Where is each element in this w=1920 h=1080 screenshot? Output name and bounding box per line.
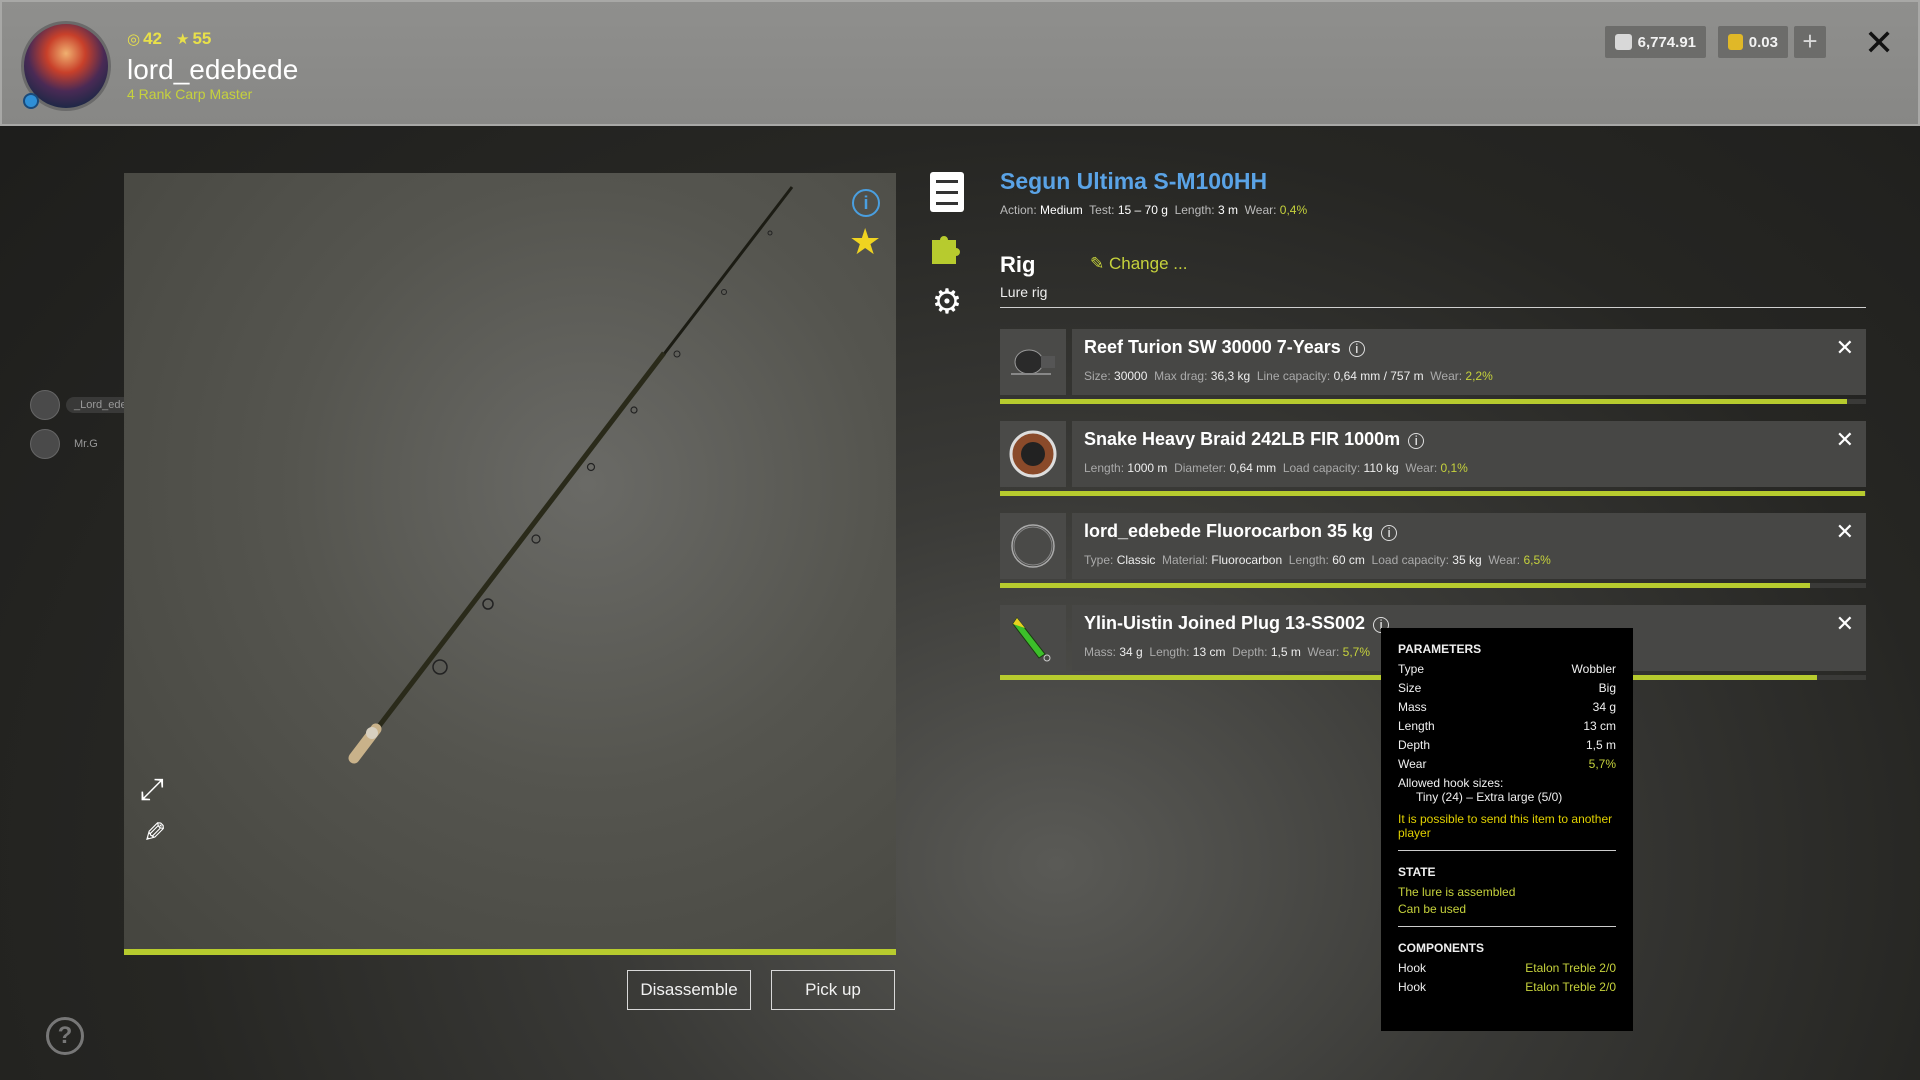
description-tab-icon[interactable] xyxy=(930,172,964,212)
divider xyxy=(1398,926,1616,927)
item-details: Snake Heavy Braid 242LB FIR 1000m i Lengt… xyxy=(1072,421,1866,487)
item-thumbnail xyxy=(1000,329,1066,395)
parameter-row: Size Big xyxy=(1398,681,1616,695)
parameter-row: Wear 5,7% xyxy=(1398,757,1616,771)
rig-component-item[interactable]: lord_edebede Fluorocarbon 35 kg i Type: C… xyxy=(1000,513,1866,588)
favorite-star-icon[interactable]: ★ xyxy=(849,224,881,260)
components-header: COMPONENTS xyxy=(1398,941,1485,955)
item-specs: Size: 30000 Max drag: 36,3 kg Line capac… xyxy=(1084,369,1493,383)
item-name: Reef Turion SW 30000 7-Years i xyxy=(1084,337,1365,358)
info-icon[interactable]: i xyxy=(1348,341,1365,357)
state-assembled: The lure is assembled xyxy=(1398,885,1516,899)
state-header: STATE xyxy=(1398,865,1436,879)
component-row: Hook Etalon Treble 2/0 xyxy=(1398,961,1616,975)
parameter-row: Depth 1,5 m xyxy=(1398,738,1616,752)
remove-item-close-icon[interactable]: ✕ xyxy=(1836,335,1854,361)
state-usable: Can be used xyxy=(1398,902,1467,916)
friend-item[interactable]: Mr.G xyxy=(30,429,98,459)
divider xyxy=(1000,307,1866,308)
rod-3d-viewer[interactable] xyxy=(124,173,896,951)
rig-type: Lure rig xyxy=(1000,284,1048,300)
hook-sizes-label: Allowed hook sizes: xyxy=(1398,776,1504,790)
silver-coins-icon xyxy=(1615,34,1632,50)
item-name: Ylin-Uistin Joined Plug 13-SS002 i xyxy=(1084,613,1390,634)
rod-condition-bar xyxy=(124,949,896,955)
info-icon[interactable]: i xyxy=(1381,525,1398,541)
gold-coins-icon xyxy=(1728,34,1743,50)
parameters-header: PARAMETERS xyxy=(1398,642,1482,656)
level-icon: ◎ xyxy=(127,31,141,48)
rank-stars-stat: ★ 55 xyxy=(176,29,212,48)
info-icon[interactable]: i xyxy=(1408,433,1425,449)
pick-up-button[interactable]: Pick up xyxy=(771,970,895,1010)
puzzle-rig-tab-icon[interactable] xyxy=(928,228,966,266)
parameter-row: Type Wobbler xyxy=(1398,662,1616,676)
fullscreen-expand-icon[interactable]: ⤢ xyxy=(140,773,164,807)
username: lord_edebede xyxy=(127,54,299,85)
item-specs: Length: 1000 m Diameter: 0,64 mm Load ca… xyxy=(1084,461,1468,475)
rig-component-item[interactable]: Reef Turion SW 30000 7-Years i Size: 3000… xyxy=(1000,329,1866,404)
friend-name: Mr.G xyxy=(74,438,98,450)
component-row: Hook Etalon Treble 2/0 xyxy=(1398,980,1616,994)
item-condition-bar xyxy=(1000,399,1866,404)
item-thumbnail xyxy=(1000,605,1066,671)
item-specs: Mass: 34 g Length: 13 cm Depth: 1,5 m We… xyxy=(1084,645,1371,659)
parameter-row: Length 13 cm xyxy=(1398,719,1616,733)
item-condition-bar xyxy=(1000,583,1866,588)
settings-gear-icon[interactable]: ⚙ xyxy=(928,283,966,321)
rod-title: Segun Ultima S-M100HH xyxy=(1000,168,1268,194)
divider xyxy=(1398,850,1616,851)
item-thumbnail xyxy=(1000,421,1066,487)
silver-balance: 6,774.91 xyxy=(1605,26,1706,58)
info-icon[interactable]: i xyxy=(852,189,880,217)
remove-item-close-icon[interactable]: ✕ xyxy=(1836,427,1854,453)
remove-item-close-icon[interactable]: ✕ xyxy=(1836,519,1854,545)
rod-image xyxy=(348,186,794,764)
level-stat: ◎ 42 xyxy=(127,29,163,48)
item-details: Reef Turion SW 30000 7-Years i Size: 3000… xyxy=(1072,329,1866,395)
help-icon[interactable]: ? xyxy=(46,1017,84,1055)
add-currency-button[interactable]: + xyxy=(1794,26,1826,58)
rank-title: 4 Rank Carp Master xyxy=(127,86,253,102)
rename-pen-icon[interactable]: ✎ xyxy=(137,820,170,843)
friend-avatar xyxy=(30,390,60,420)
gold-balance: 0.03 xyxy=(1718,26,1788,58)
top-bar: ◎ 42 ★ 55 lord_edebede 4 Rank Carp Master … xyxy=(0,0,1920,126)
rig-component-item[interactable]: Snake Heavy Braid 242LB FIR 1000m i Lengt… xyxy=(1000,421,1866,496)
hook-sizes-value: Tiny (24) – Extra large (5/0) xyxy=(1416,790,1563,804)
item-name: lord_edebede Fluorocarbon 35 kg i xyxy=(1084,521,1398,542)
parameter-row: Mass 34 g xyxy=(1398,700,1616,714)
change-rig-button[interactable]: ✎ Change ... xyxy=(1090,254,1187,274)
item-condition-bar xyxy=(1000,491,1866,496)
item-name: Snake Heavy Braid 242LB FIR 1000m i xyxy=(1084,429,1425,450)
rod-specs: Action: Medium Test: 15 – 70 g Length: 3… xyxy=(1000,203,1308,217)
edit-icon: ✎ xyxy=(1090,254,1105,273)
send-note: It is possible to send this item to anot… xyxy=(1398,812,1613,840)
close-icon[interactable]: ✕ xyxy=(1864,22,1894,64)
disassemble-button[interactable]: Disassemble xyxy=(627,970,751,1010)
item-thumbnail xyxy=(1000,513,1066,579)
item-details: lord_edebede Fluorocarbon 35 kg i Type: C… xyxy=(1072,513,1866,579)
item-specs: Type: Classic Material: Fluorocarbon Len… xyxy=(1084,553,1551,567)
star-icon: ★ xyxy=(176,31,190,48)
lure-tooltip: PARAMETERS Type Wobbler Size Big Mass 34 g Len… xyxy=(1381,628,1633,1031)
remove-item-close-icon[interactable]: ✕ xyxy=(1836,611,1854,637)
rig-label: Rig xyxy=(1000,252,1036,277)
friend-avatar xyxy=(30,429,60,459)
online-badge-icon xyxy=(23,93,39,109)
